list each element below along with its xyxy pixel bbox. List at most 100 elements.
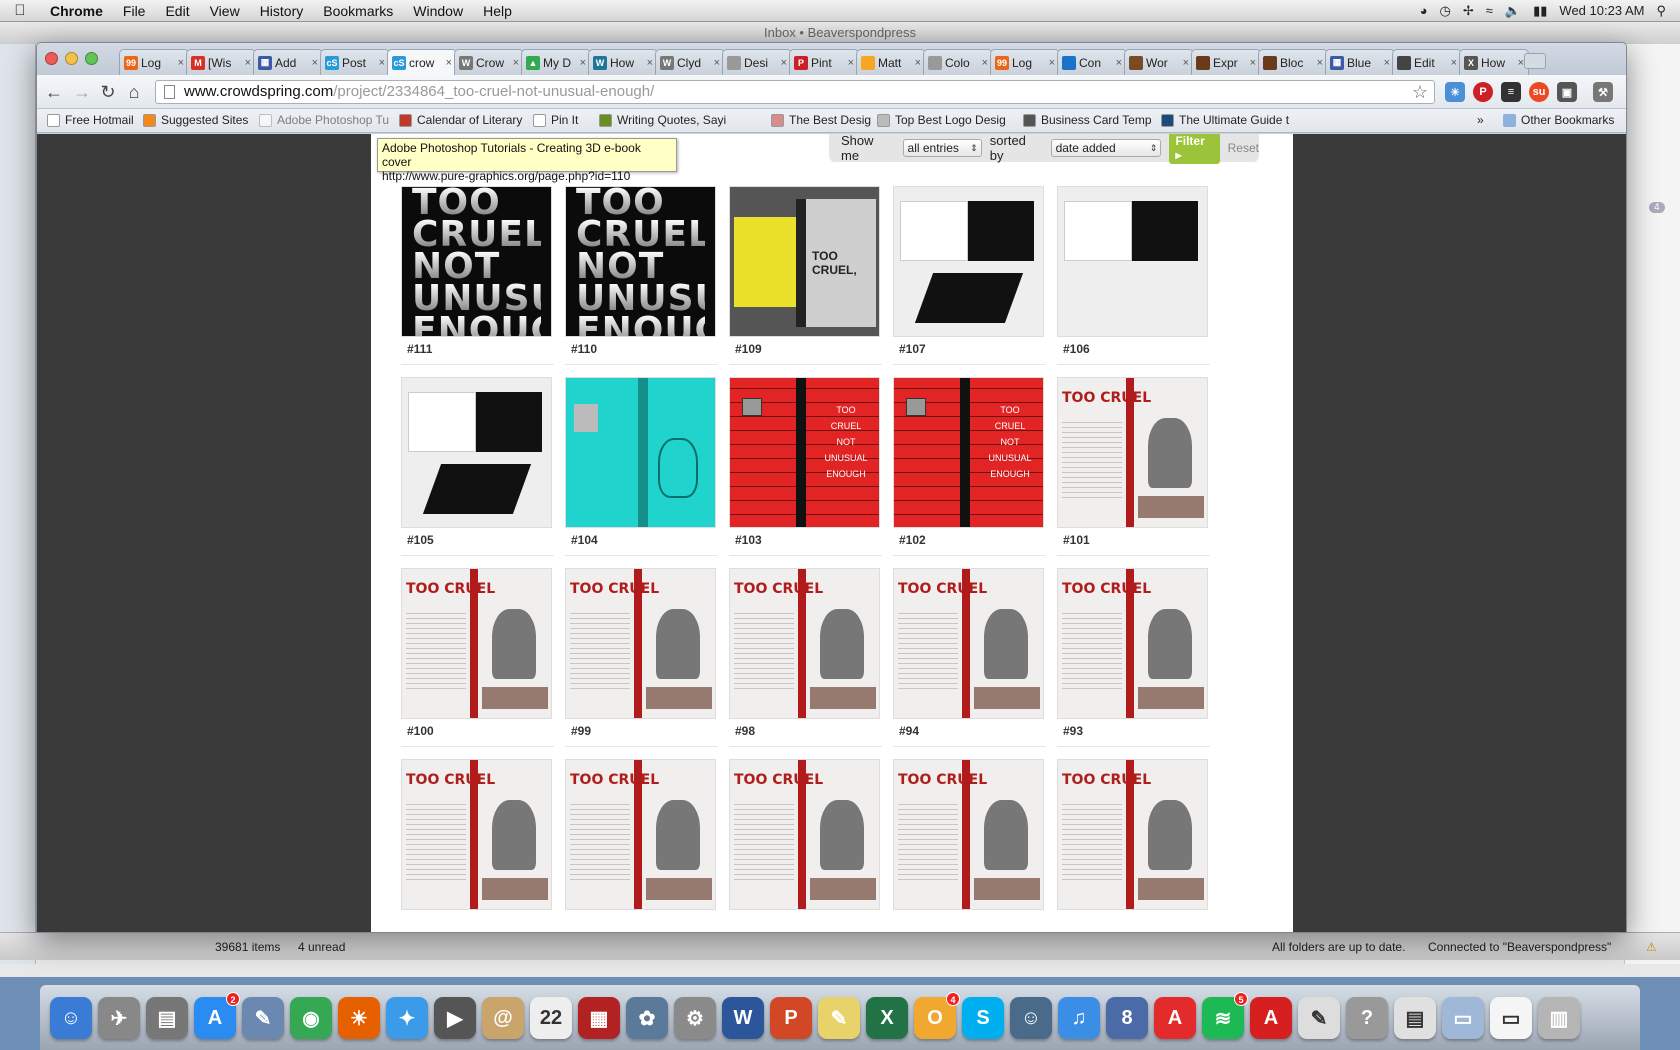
new-tab-button[interactable] — [1524, 53, 1546, 69]
system-preferences-icon[interactable]: ⚙ — [674, 997, 716, 1039]
entry-thumbnail[interactable]: TOO CRUEL — [1057, 759, 1208, 910]
entry-card[interactable]: TOO CRUEL #99 — [565, 568, 718, 748]
word-icon[interactable]: W — [722, 997, 764, 1039]
bookmark-item[interactable]: Suggested Sites — [143, 113, 253, 127]
entry-number[interactable]: #102 — [899, 533, 926, 547]
browser-tab[interactable]: Wor × — [1124, 49, 1194, 75]
safari-icon[interactable]: ✦ — [386, 997, 428, 1039]
entry-card[interactable]: TOO CRUEL #94 — [893, 568, 1046, 748]
zoom-window-button[interactable] — [85, 52, 98, 65]
tab-close-icon[interactable]: × — [714, 57, 720, 69]
entry-thumbnail[interactable] — [401, 377, 552, 528]
entry-thumbnail[interactable] — [565, 377, 716, 528]
finder-icon[interactable]: ☺ — [50, 997, 92, 1039]
bookmark-item[interactable]: Writing Quotes, Sayi — [599, 113, 765, 127]
preview-icon[interactable]: ✎ — [242, 997, 284, 1039]
wifi-icon[interactable]: ≈ — [1486, 3, 1493, 18]
bookmark-item[interactable]: Pin It — [533, 113, 593, 127]
menu-view[interactable]: View — [200, 3, 250, 19]
bookmark-item[interactable]: Free Hotmail — [47, 113, 137, 127]
tab-close-icon[interactable]: × — [982, 57, 988, 69]
entry-card[interactable]: TOO CRUEL NOT UNUSUAL ENOUGH #103 — [729, 377, 882, 557]
tab-close-icon[interactable]: × — [245, 57, 251, 69]
entry-card[interactable]: TOO CRUEL — [729, 759, 882, 932]
bookmark-item[interactable]: Adobe Photoshop Tu — [259, 113, 389, 127]
volume-icon[interactable]: 🔈 — [1505, 3, 1521, 19]
tab-close-icon[interactable]: × — [446, 57, 452, 69]
entry-thumbnail[interactable]: TOO CRUEL — [401, 568, 552, 719]
menu-edit[interactable]: Edit — [155, 3, 199, 19]
browser-tab[interactable]: Expr × — [1191, 49, 1261, 75]
entry-number[interactable]: #99 — [571, 724, 591, 738]
menu-file[interactable]: File — [113, 3, 156, 19]
entry-thumbnail[interactable]: TOO CRUEL — [729, 568, 880, 719]
forward-icon[interactable]: → — [71, 81, 93, 103]
time-machine-icon[interactable]: ◷ — [1440, 3, 1451, 19]
entry-card[interactable]: TOO CRUEL — [565, 759, 718, 932]
browser-tab[interactable]: Desi × — [722, 49, 792, 75]
bookmark-item[interactable]: The Ultimate Guide t — [1161, 113, 1291, 127]
tab-close-icon[interactable]: × — [513, 57, 519, 69]
browser-tab[interactable]: ▲ My D × — [521, 49, 591, 75]
reload-icon[interactable]: ↻ — [97, 81, 119, 103]
entry-card[interactable]: #105 — [401, 377, 554, 557]
image-capture-icon[interactable]: ▤ — [146, 997, 188, 1039]
entry-number[interactable]: #110 — [571, 342, 597, 356]
tab-close-icon[interactable]: × — [1451, 57, 1457, 69]
bookmark-item[interactable]: Business Card Temp — [1023, 113, 1155, 127]
battery-icon[interactable]: ▮▮ — [1533, 3, 1547, 19]
entry-thumbnail[interactable]: TOO CRUEL — [893, 568, 1044, 719]
browser-tab[interactable]: Colo × — [923, 49, 993, 75]
browser-tab[interactable]: Con × — [1057, 49, 1127, 75]
entry-number[interactable]: #98 — [735, 724, 755, 738]
chrome-icon[interactable]: ◉ — [290, 997, 332, 1039]
menu-app-name[interactable]: Chrome — [40, 3, 113, 19]
menu-window[interactable]: Window — [403, 3, 473, 19]
browser-tab[interactable]: W Crow × — [454, 49, 524, 75]
ical-8-icon[interactable]: 8 — [1106, 997, 1148, 1039]
stickies-icon[interactable]: ✎ — [818, 997, 860, 1039]
entry-thumbnail[interactable]: TOO CRUEL, — [729, 186, 880, 337]
iphoto-icon[interactable]: ✿ — [626, 997, 668, 1039]
textedit-icon[interactable]: ✎ — [1298, 997, 1340, 1039]
tab-close-icon[interactable]: × — [1183, 57, 1189, 69]
entry-thumbnail[interactable]: TOOCRUELNOTUNUSUALENOUGH — [401, 186, 552, 337]
entry-card[interactable]: TOO CRUEL #101 — [1057, 377, 1210, 557]
menu-help[interactable]: Help — [473, 3, 522, 19]
tab-close-icon[interactable]: × — [781, 57, 787, 69]
entry-thumbnail[interactable]: TOO CRUEL — [1057, 568, 1208, 719]
iphoto-alt-icon[interactable]: ☺ — [1010, 997, 1052, 1039]
facetime-icon[interactable]: ▶ — [434, 997, 476, 1039]
home-icon[interactable]: ⌂ — [123, 81, 145, 103]
tab-close-icon[interactable]: × — [1250, 57, 1256, 69]
document-stack-icon[interactable]: ▭ — [1490, 997, 1532, 1039]
entry-card[interactable]: TOO CRUEL NOT UNUSUAL ENOUGH #102 — [893, 377, 1046, 557]
tab-close-icon[interactable]: × — [1116, 57, 1122, 69]
browser-tab[interactable]: M [Wis × — [186, 49, 256, 75]
lastpass-icon[interactable]: ◕ — [1420, 3, 1428, 18]
browser-tab[interactable]: P Pint × — [789, 49, 859, 75]
browser-tab[interactable]: ▦ Blue × — [1325, 49, 1395, 75]
close-window-button[interactable] — [45, 52, 58, 65]
browser-tab[interactable]: cS Post × — [320, 49, 390, 75]
entry-card[interactable]: #106 — [1057, 186, 1210, 366]
itunes-icon[interactable]: ♫ — [1058, 997, 1100, 1039]
photo-booth-icon[interactable]: ▦ — [578, 997, 620, 1039]
tab-close-icon[interactable]: × — [1384, 57, 1390, 69]
entry-number[interactable]: #101 — [1063, 533, 1090, 547]
entry-number[interactable]: #105 — [407, 533, 434, 547]
entry-card[interactable]: TOOCRUELNOTUNUSUALENOUGH #111 — [401, 186, 554, 366]
entry-number[interactable]: #100 — [407, 724, 434, 738]
reset-link[interactable]: Reset — [1228, 141, 1259, 155]
entry-thumbnail[interactable]: TOO CRUEL — [565, 759, 716, 910]
entry-thumbnail[interactable]: TOO CRUEL — [729, 759, 880, 910]
tab-close-icon[interactable]: × — [1049, 57, 1055, 69]
entry-number[interactable]: #109 — [735, 342, 762, 356]
entry-card[interactable]: TOO CRUEL #100 — [401, 568, 554, 748]
filter-button[interactable]: Filter ▸ — [1169, 134, 1220, 164]
bookmark-star-icon[interactable]: ☆ — [1412, 81, 1428, 103]
entry-thumbnail[interactable] — [893, 186, 1044, 337]
tab-close-icon[interactable]: × — [178, 57, 184, 69]
excel-icon[interactable]: X — [866, 997, 908, 1039]
entry-card[interactable]: #107 — [893, 186, 1046, 366]
